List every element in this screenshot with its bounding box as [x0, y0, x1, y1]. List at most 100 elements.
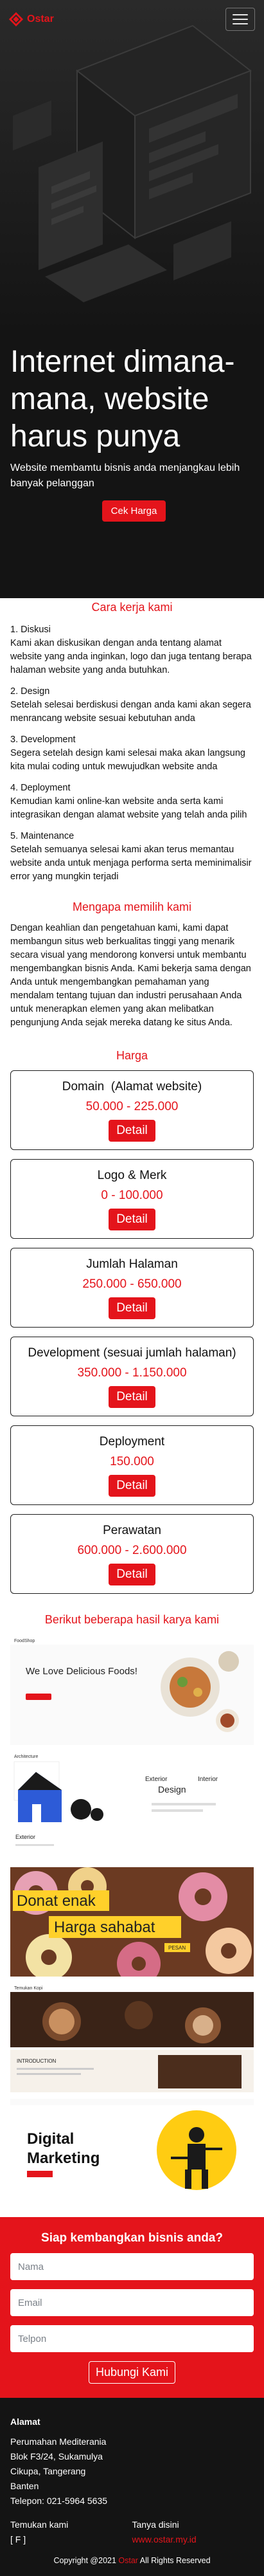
step-text: Segera setelah design kami selesai maka …	[10, 748, 245, 772]
price-card-development: Development (sesuai jumlah halaman) 350.…	[10, 1337, 254, 1416]
hamburger-icon	[233, 14, 248, 15]
process-section: Cara kerja kami 1. Diskusi Kami akan dis…	[0, 598, 264, 884]
process-step: 4. Deployment Kemudian kami online-kan w…	[10, 781, 254, 822]
process-title: Cara kerja kami	[91, 601, 173, 614]
why-text: Dengan keahlian dan pengetahuan kami, ka…	[10, 923, 251, 1028]
detail-button[interactable]: Detail	[109, 1120, 155, 1142]
address-heading: Alamat	[10, 2416, 40, 2427]
price-card-pages: Jumlah Halaman 250.000 - 650.000 Detail	[10, 1248, 254, 1328]
email-field[interactable]: Email	[10, 2289, 254, 2316]
coffee-bottom-label: INTRODUCTION	[17, 2058, 57, 2064]
contact-section: Siap kembangkan bisnis anda? Nama Email …	[0, 2217, 264, 2398]
price-value: 600.000 - 2.600.000	[77, 1544, 187, 1557]
ask-label: Tanya disini	[132, 2519, 179, 2530]
name-field[interactable]: Nama	[10, 2253, 254, 2280]
portfolio-foodshop[interactable]: FoodShop We Love Delicious Foods!	[10, 1636, 254, 1745]
pricing-section: Harga Domain (Alamat website) 50.000 - 2…	[0, 1049, 264, 1594]
portfolio-digital-marketing[interactable]: Digital Marketing	[10, 2099, 254, 2208]
follow-label: Temukan kami	[10, 2519, 69, 2530]
pricing-title: Harga	[116, 1049, 148, 1062]
why-title: Mengapa memilih kami	[72, 900, 192, 913]
step-title: 3. Development	[10, 735, 76, 745]
hero-subtitle: Website membamtu bisnis anda menjangkau …	[10, 462, 240, 489]
step-text: Kemudian kami online-kan website anda se…	[10, 796, 247, 820]
copyright: Copyright @2021 Ostar All Rights Reserve…	[53, 2556, 211, 2565]
price-name: Jumlah Halaman	[86, 1257, 178, 1271]
hero-title: Internet dimana-mana, website harus puny…	[10, 345, 235, 453]
phone-field[interactable]: Telpon	[10, 2325, 254, 2352]
contact-submit-button[interactable]: Hubungi Kami	[88, 2361, 176, 2384]
marketing-line-2: Marketing	[27, 2150, 100, 2167]
portfolio-donuts[interactable]: Donat enak Harga sahabat PESAN	[10, 1867, 254, 1977]
facebook-link[interactable]: [ F ]	[10, 2532, 132, 2547]
footer: Alamat Perumahan Mediterania Blok F3/24,…	[0, 2398, 264, 2576]
hero-illustration	[0, 0, 264, 334]
price-value: 50.000 - 225.000	[85, 1100, 179, 1113]
process-step: 2. Design Setelah selesai berdiskusi den…	[10, 685, 254, 726]
footer-links: Temukan kami [ F ] Tanya disini www.osta…	[10, 2517, 254, 2547]
foodshop-brand: FoodShop	[14, 1639, 35, 1643]
detail-button[interactable]: Detail	[109, 1475, 155, 1497]
detail-button[interactable]: Detail	[109, 1564, 155, 1585]
price-card-domain: Domain (Alamat website) 50.000 - 225.000…	[10, 1070, 254, 1150]
address-line: Blok F3/24, Sukamulya	[10, 2451, 103, 2462]
contact-title: Siap kembangkan bisnis anda?	[41, 2231, 223, 2245]
detail-button[interactable]: Detail	[109, 1209, 155, 1230]
price-name: Perawatan	[103, 1524, 161, 1537]
address-line: Cikupa, Tangerang	[10, 2466, 86, 2476]
step-title: 5. Maintenance	[10, 831, 75, 841]
coffee-brand: Temukan Kopi	[14, 1986, 43, 1991]
site-link[interactable]: www.ostar.my.id	[132, 2534, 197, 2544]
step-text: Setelah semuanya selesai kami akan terus…	[10, 845, 252, 882]
donuts-line-1: Donat enak	[17, 1892, 96, 1910]
portfolio-title: Berikut beberapa hasil karya kami	[44, 1613, 220, 1626]
navbar: Ostar	[0, 0, 264, 39]
step-text: Kami akan diskusikan dengan anda tentang…	[10, 638, 252, 675]
process-step: 3. Development Segera setelah design kam…	[10, 733, 254, 774]
price-card-deployment: Deployment 150.000 Detail	[10, 1425, 254, 1505]
menu-toggle-button[interactable]	[225, 8, 255, 31]
phone-text: Telepon: 021-5964 5635	[10, 2496, 108, 2506]
price-card-maintenance: Perawatan 600.000 - 2.600.000 Detail	[10, 1514, 254, 1594]
donuts-tag: PESAN	[168, 1945, 186, 1951]
price-name: Development (sesuai jumlah halaman)	[28, 1346, 236, 1360]
price-value: 350.000 - 1.150.000	[77, 1366, 187, 1380]
hero-content: Internet dimana-mana, website harus puny…	[10, 343, 258, 522]
hero: Ostar Internet dimana-mana, website haru…	[0, 0, 264, 598]
brand-name: Ostar	[27, 14, 54, 24]
why-section: Mengapa memilih kami Dengan keahlian dan…	[0, 900, 264, 1030]
price-value: 250.000 - 650.000	[82, 1277, 182, 1291]
architecture-headline-2: Interior	[198, 1776, 218, 1783]
process-step: 5. Maintenance Setelah semuanya selesai …	[10, 830, 254, 884]
step-text: Setelah selesai berdiskusi dengan anda k…	[10, 700, 251, 724]
architecture-brand: Architecture	[14, 1755, 38, 1759]
price-name: Logo & Merk	[97, 1169, 167, 1182]
follow-column: Temukan kami [ F ]	[10, 2517, 132, 2547]
check-price-button[interactable]: Cek Harga	[101, 500, 166, 522]
address-line: Perumahan Mediterania	[10, 2436, 107, 2447]
ostar-logo-icon	[9, 12, 23, 26]
address-line: Banten	[10, 2481, 39, 2491]
portfolio-section: Berikut beberapa hasil karya kami FoodSh…	[0, 1613, 264, 2208]
portfolio-coffee[interactable]: Temukan Kopi INTRODUCTION	[10, 1983, 254, 2092]
detail-button[interactable]: Detail	[109, 1297, 155, 1319]
process-step: 1. Diskusi Kami akan diskusikan dengan a…	[10, 623, 254, 677]
architecture-headline-3: Design	[158, 1784, 186, 1795]
step-title: 2. Design	[10, 686, 50, 697]
brand[interactable]: Ostar	[9, 12, 54, 26]
price-name: Deployment	[99, 1435, 165, 1448]
foodshop-headline: We Love Delicious Foods!	[26, 1666, 137, 1677]
architecture-headline-1: Exterior	[145, 1776, 168, 1783]
marketing-line-1: Digital	[27, 2130, 74, 2148]
copyright-brand[interactable]: Ostar	[118, 2556, 138, 2565]
detail-button[interactable]: Detail	[109, 1386, 155, 1408]
portfolio-architecture[interactable]: Architecture Exterior Interior Design Ex…	[10, 1751, 254, 1861]
step-title: 1. Diskusi	[10, 625, 51, 635]
price-value: 0 - 100.000	[101, 1189, 163, 1202]
price-name: Domain (Alamat website)	[62, 1080, 202, 1093]
price-value: 150.000	[110, 1455, 154, 1468]
price-card-logo: Logo & Merk 0 - 100.000 Detail	[10, 1159, 254, 1239]
ask-column: Tanya disini www.ostar.my.id	[132, 2517, 254, 2547]
donuts-line-2: Harga sahabat	[54, 1919, 155, 1936]
architecture-bottom-label: Exterior	[15, 1834, 35, 1840]
